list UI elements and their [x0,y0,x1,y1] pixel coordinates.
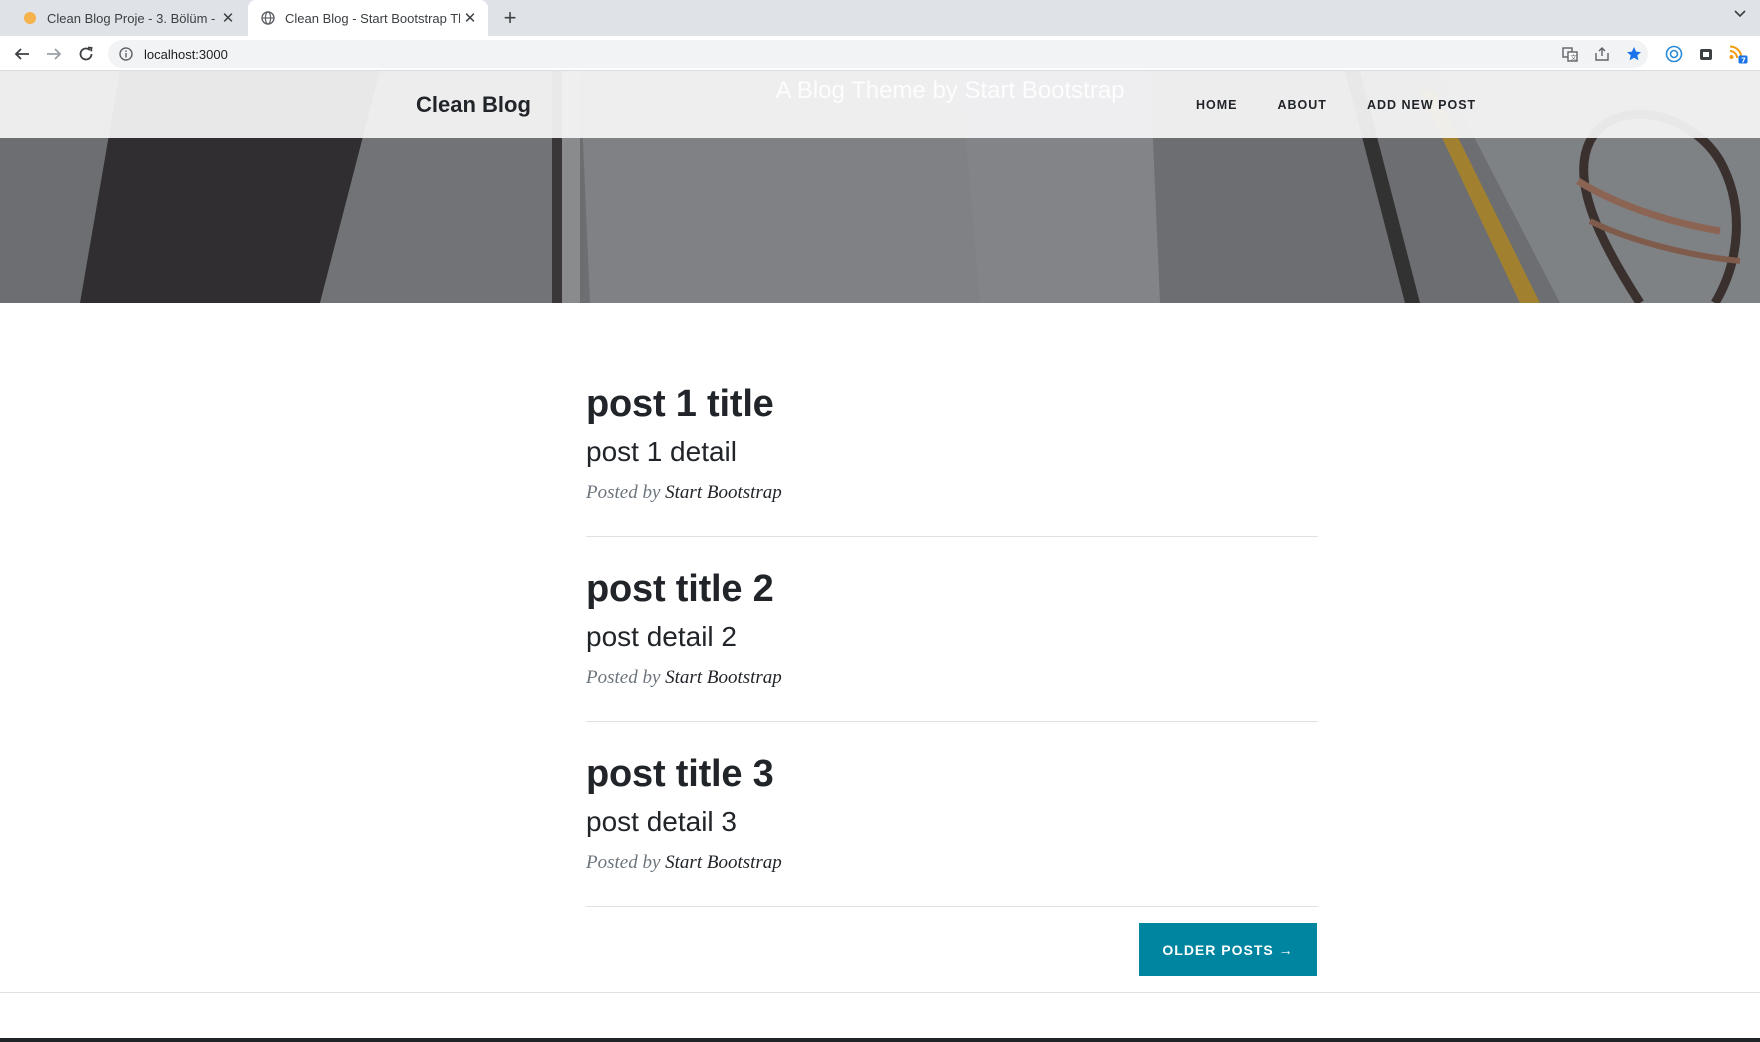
site-info-icon[interactable] [118,46,134,62]
post-preview[interactable]: post title 3 post detail 3 Posted by Sta… [586,753,1318,874]
browser-tab[interactable]: Clean Blog Proje - 3. Bölüm - Ödev ✕ [10,0,246,36]
new-tab-button[interactable]: + [496,4,524,32]
post-meta: Posted by Start Bootstrap [586,667,1318,689]
post-preview[interactable]: post 1 title post 1 detail Posted by Sta… [586,383,1318,504]
post-meta: Posted by Start Bootstrap [586,482,1318,504]
site-nav-menu: HOME ABOUT ADD NEW POST [1196,71,1516,138]
reload-icon[interactable] [72,40,100,68]
footer-strip [0,1038,1760,1042]
close-tab-icon[interactable]: ✕ [218,8,238,28]
post-subtitle[interactable]: post 1 detail [586,436,1318,468]
tab-search-chevron-icon[interactable] [1730,4,1750,24]
back-arrow-icon[interactable] [8,40,36,68]
bookmark-star-icon[interactable] [1622,42,1646,66]
post-divider [586,536,1318,537]
post-preview[interactable]: post title 2 post detail 2 Posted by Sta… [586,568,1318,689]
translate-icon[interactable]: 文 [1558,42,1582,66]
browser-tab-active[interactable]: Clean Blog - Start Bootstrap Theme ✕ [248,0,488,36]
extension-circle-icon[interactable] [1662,42,1686,66]
extension-puzzle-icon[interactable] [1694,42,1718,66]
rss-feed-icon[interactable]: 7 [1726,42,1750,66]
masthead-hero: A Blog Theme by Start Bootstrap Clean Bl… [0,71,1760,303]
post-subtitle[interactable]: post detail 3 [586,806,1318,838]
post-title[interactable]: post 1 title [586,383,1318,426]
tab-title: Clean Blog Proje - 3. Bölüm - Ödev [47,10,218,26]
post-author-link[interactable]: Start Bootstrap [665,667,782,688]
older-posts-button[interactable]: OLDER POSTS → [1139,923,1317,976]
post-divider [586,906,1318,907]
post-title[interactable]: post title 3 [586,753,1318,796]
globe-icon [260,10,276,26]
browser-toolbar: localhost:3000 文 7 [0,36,1760,71]
nav-about-link[interactable]: ABOUT [1278,98,1327,112]
web-page: A Blog Theme by Start Bootstrap Clean Bl… [0,71,1760,1042]
post-author-link[interactable]: Start Bootstrap [665,482,782,503]
browser-tab-strip: Clean Blog Proje - 3. Bölüm - Ödev ✕ Cle… [0,0,1760,36]
post-meta: Posted by Start Bootstrap [586,852,1318,874]
close-tab-icon[interactable]: ✕ [460,8,480,28]
address-bar[interactable]: localhost:3000 [108,40,1648,68]
post-title[interactable]: post title 2 [586,568,1318,611]
post-divider [586,721,1318,722]
tab-title: Clean Blog - Start Bootstrap Theme [285,10,460,26]
post-subtitle[interactable]: post detail 2 [586,621,1318,653]
svg-text:文: 文 [1570,53,1577,62]
forward-arrow-icon[interactable] [40,40,68,68]
extension-badge: 7 [1741,57,1746,65]
post-author-link[interactable]: Start Bootstrap [665,852,782,873]
url-text: localhost:3000 [144,46,228,62]
posted-by-label: Posted by [586,482,661,503]
posted-by-label: Posted by [586,852,661,873]
posted-by-label: Posted by [586,667,661,688]
share-icon[interactable] [1590,42,1614,66]
nav-home-link[interactable]: HOME [1196,98,1238,112]
site-brand-link[interactable]: Clean Blog [416,71,531,138]
footer-divider [0,992,1760,993]
nav-add-new-post-link[interactable]: ADD NEW POST [1367,98,1476,112]
tab-favicon-icon [22,10,38,26]
site-navbar: A Blog Theme by Start Bootstrap Clean Bl… [0,71,1760,138]
